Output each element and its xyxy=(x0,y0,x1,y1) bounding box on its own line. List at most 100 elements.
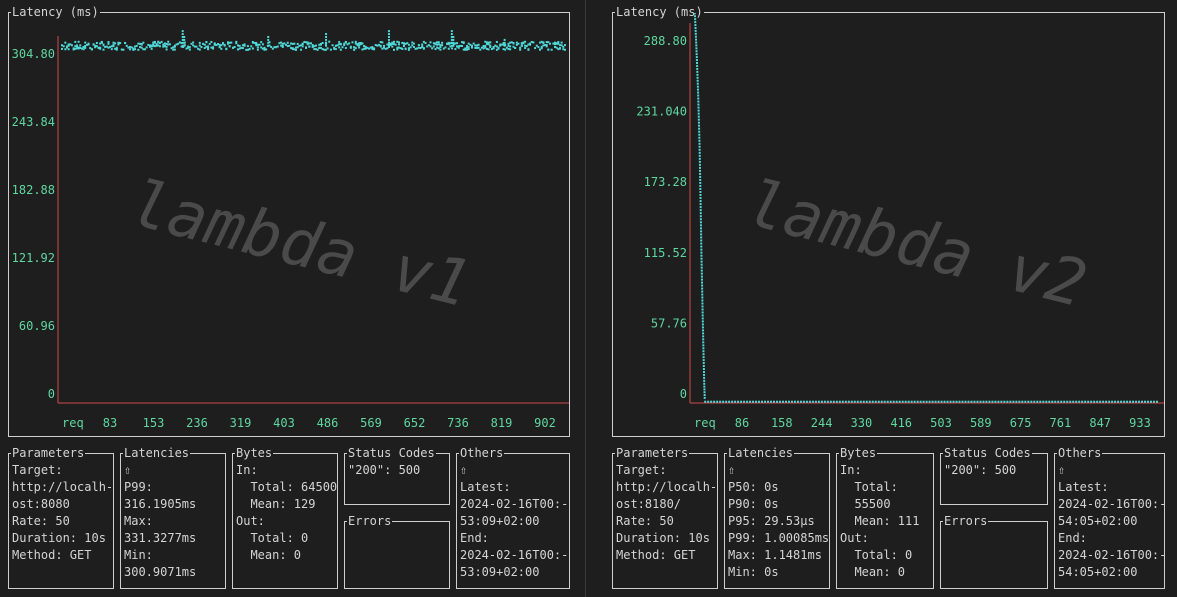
data-point xyxy=(699,203,702,206)
data-point xyxy=(1078,400,1081,403)
data-point xyxy=(319,43,322,46)
data-point xyxy=(1012,400,1015,403)
data-point xyxy=(392,48,395,51)
data-point xyxy=(767,400,770,403)
data-point xyxy=(354,47,357,50)
info-line: Mean: 0 xyxy=(840,565,906,579)
data-point xyxy=(472,42,475,45)
data-point xyxy=(700,257,703,260)
data-point xyxy=(467,48,470,51)
data-point xyxy=(889,400,892,403)
info-line: Target: xyxy=(616,463,667,477)
info-line: Max: 1.1481ms xyxy=(728,548,822,562)
data-point xyxy=(115,47,118,50)
data-point xyxy=(260,41,263,44)
data-point xyxy=(698,133,701,136)
data-point xyxy=(702,332,705,335)
data-point xyxy=(694,24,697,27)
data-point xyxy=(321,41,324,44)
data-point xyxy=(700,227,703,230)
data-point xyxy=(325,35,328,38)
data-point xyxy=(165,48,168,51)
data-point xyxy=(195,45,198,48)
data-point xyxy=(1087,400,1090,403)
y-tick-label: 57.76 xyxy=(651,316,687,330)
data-point xyxy=(1144,400,1147,403)
data-point xyxy=(444,46,447,49)
info-line: 2024-02-16T00:- xyxy=(460,548,569,562)
data-point xyxy=(699,181,702,184)
data-point xyxy=(107,41,110,44)
latency-chart-frame: Latency (ms) lambda v2 288.80 231.040 173.2… xyxy=(612,4,1165,437)
info-line: Total: xyxy=(840,480,898,494)
data-point xyxy=(286,41,289,44)
data-point xyxy=(743,400,746,403)
info-line: 53:09+02:00 xyxy=(460,565,540,579)
data-point xyxy=(1111,400,1114,403)
data-point xyxy=(504,48,507,51)
data-point xyxy=(694,29,697,32)
data-point xyxy=(301,45,304,48)
data-point xyxy=(749,400,752,403)
info-line: ⇧ xyxy=(728,463,736,477)
data-point xyxy=(697,106,700,109)
data-point xyxy=(700,275,703,278)
data-point xyxy=(503,41,506,44)
data-point xyxy=(877,400,880,403)
data-point xyxy=(874,400,877,403)
info-line: 54:05+02:00 xyxy=(1058,565,1138,579)
data-point xyxy=(65,46,68,49)
data-point xyxy=(452,41,455,44)
info-line: Latest: xyxy=(1058,480,1109,494)
info-line: 300.9071ms xyxy=(124,565,197,579)
info-line: Latest: xyxy=(460,480,511,494)
data-point xyxy=(429,45,432,48)
info-line: End: xyxy=(460,531,489,545)
data-point xyxy=(695,59,698,62)
data-point xyxy=(431,47,434,50)
data-point xyxy=(805,400,808,403)
data-point xyxy=(698,124,701,127)
data-point xyxy=(955,400,958,403)
x-tick-label: 675 xyxy=(1010,416,1032,430)
data-point xyxy=(1048,400,1051,403)
data-point xyxy=(847,400,850,403)
data-point xyxy=(737,400,740,403)
data-point xyxy=(1000,400,1003,403)
data-point xyxy=(487,48,490,51)
data-point xyxy=(256,46,259,49)
data-point xyxy=(203,43,206,46)
data-point xyxy=(970,400,973,403)
data-point xyxy=(817,400,820,403)
info-line: Total: 64500 xyxy=(236,480,338,494)
data-point xyxy=(207,47,210,50)
data-point xyxy=(958,400,961,403)
data-point xyxy=(79,44,82,47)
data-point xyxy=(517,42,520,45)
data-point xyxy=(697,103,700,106)
data-point xyxy=(1042,400,1045,403)
data-point xyxy=(1090,400,1093,403)
data-point xyxy=(450,30,453,33)
data-point xyxy=(200,46,203,49)
data-point xyxy=(988,400,991,403)
data-point xyxy=(700,254,703,257)
data-point xyxy=(228,45,231,48)
data-point xyxy=(421,43,424,46)
data-point xyxy=(859,400,862,403)
status-codes-box: Status Codes "200": 500 xyxy=(940,445,1048,505)
data-point xyxy=(450,33,453,36)
data-point xyxy=(140,43,143,46)
bytes-box: Bytes In: Total: 55500 Mean: 111 Out: Tot… xyxy=(836,445,934,589)
data-point xyxy=(529,43,532,46)
data-point xyxy=(940,400,943,403)
data-point xyxy=(412,45,415,48)
data-point xyxy=(698,166,701,169)
status-codes-box: Status Codes "200": 500 xyxy=(344,445,450,505)
data-point xyxy=(331,44,334,47)
data-point xyxy=(238,44,241,47)
status-codes-lines: "200": 500 xyxy=(944,462,1016,479)
data-point xyxy=(84,41,87,44)
data-point xyxy=(524,40,527,43)
data-point xyxy=(701,287,704,290)
